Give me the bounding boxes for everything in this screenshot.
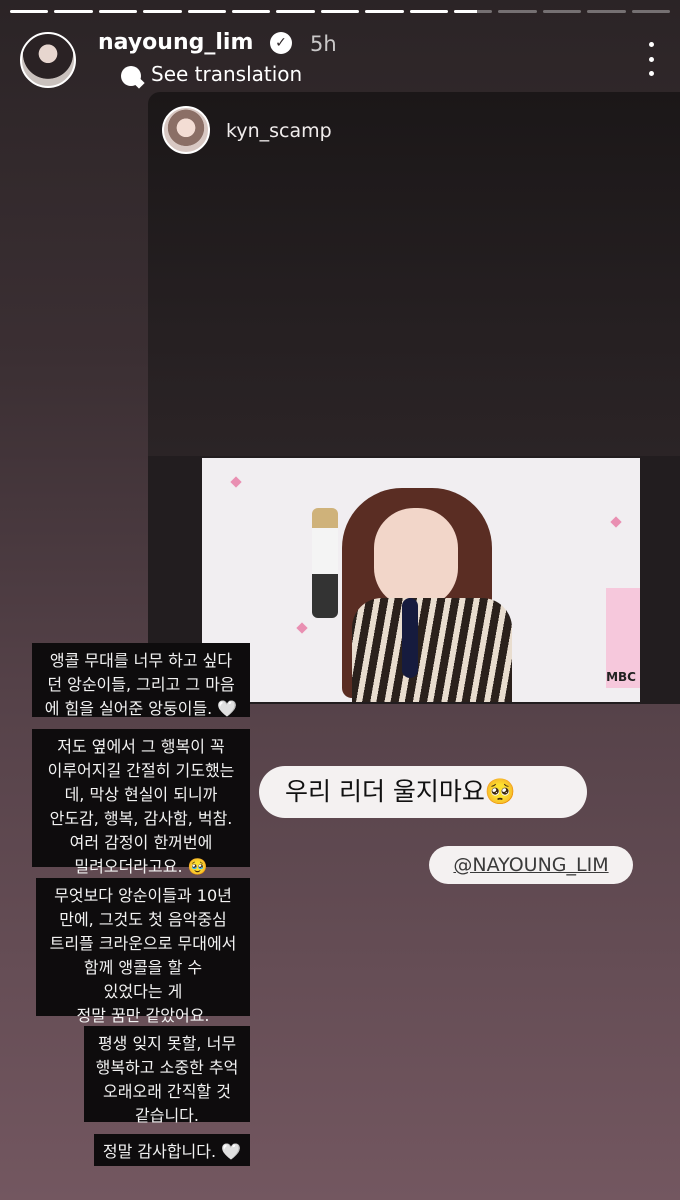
more-icon[interactable] xyxy=(646,42,656,76)
shared-video[interactable]: MBC xyxy=(202,458,640,702)
progress-fill xyxy=(232,10,271,13)
progress-segment xyxy=(54,10,93,13)
progress-segment xyxy=(276,10,315,13)
post-time: 5h xyxy=(310,32,337,56)
progress-fill xyxy=(54,10,93,13)
trophy-icon xyxy=(312,508,338,618)
sparkle-decoration xyxy=(610,516,622,528)
caption-box: 평생 잊지 못할, 너무 행복하고 소중한 추억 오래오래 간직할 것 같습니다… xyxy=(84,1026,250,1125)
caption-box: 앵콜 무대를 너무 하고 싶다 던 앙순이들, 그리고 그 마음 에 힘을 실어… xyxy=(32,643,250,718)
sparkle-decoration xyxy=(296,622,308,634)
caption-box: 저도 옆에서 그 행복이 꼭 이루어지길 간절히 기도했는 데, 막상 현실이 … xyxy=(32,729,250,876)
text-sticker[interactable]: 우리 리더 울지마요🥺 xyxy=(259,766,587,818)
progress-segment xyxy=(542,10,582,13)
progress-fill xyxy=(187,10,227,13)
progress-segment xyxy=(143,10,182,13)
progress-segment xyxy=(10,10,49,13)
sparkle-decoration xyxy=(230,476,242,488)
profile-username[interactable]: nayoung_lim xyxy=(98,30,253,55)
progress-segment xyxy=(454,10,493,13)
progress-fill xyxy=(320,10,360,13)
progress-fill xyxy=(143,10,182,13)
progress-fill xyxy=(276,10,315,13)
translate-icon[interactable] xyxy=(121,66,141,86)
progress-segment xyxy=(587,10,626,13)
profile-avatar[interactable] xyxy=(20,32,76,88)
person-face xyxy=(374,508,458,608)
person-outfit xyxy=(352,598,512,702)
story-header: nayoung_lim ✓ 5h See translation xyxy=(20,28,660,92)
progress-segment xyxy=(187,10,227,13)
progress-segment xyxy=(232,10,271,13)
progress-segment xyxy=(498,10,537,13)
progress-fill xyxy=(10,10,49,13)
progress-segment xyxy=(98,10,138,13)
see-translation-link[interactable]: See translation xyxy=(151,62,302,86)
progress-segment xyxy=(365,10,404,13)
broadcaster-watermark: MBC xyxy=(606,670,636,684)
caption-box: 무엇보다 앙순이들과 10년 만에, 그것도 첫 음악중심 트리플 크라운으로 … xyxy=(36,878,250,1025)
progress-segment xyxy=(320,10,360,13)
mention-sticker[interactable]: @NAYOUNG_LIM xyxy=(429,846,633,884)
microphone-icon xyxy=(402,598,418,678)
progress-fill xyxy=(98,10,138,13)
caption-box: 정말 감사합니다. 🤍 xyxy=(94,1134,250,1166)
shared-post-avatar[interactable] xyxy=(162,106,210,154)
progress-segment xyxy=(409,10,449,13)
progress-segment xyxy=(631,10,671,13)
progress-fill xyxy=(365,10,404,13)
progress-fill xyxy=(409,10,449,13)
verified-icon: ✓ xyxy=(270,32,292,54)
progress-fill xyxy=(454,10,478,13)
story-progress-bar xyxy=(10,10,671,13)
shared-post-username[interactable]: kyn_scamp xyxy=(226,120,332,142)
